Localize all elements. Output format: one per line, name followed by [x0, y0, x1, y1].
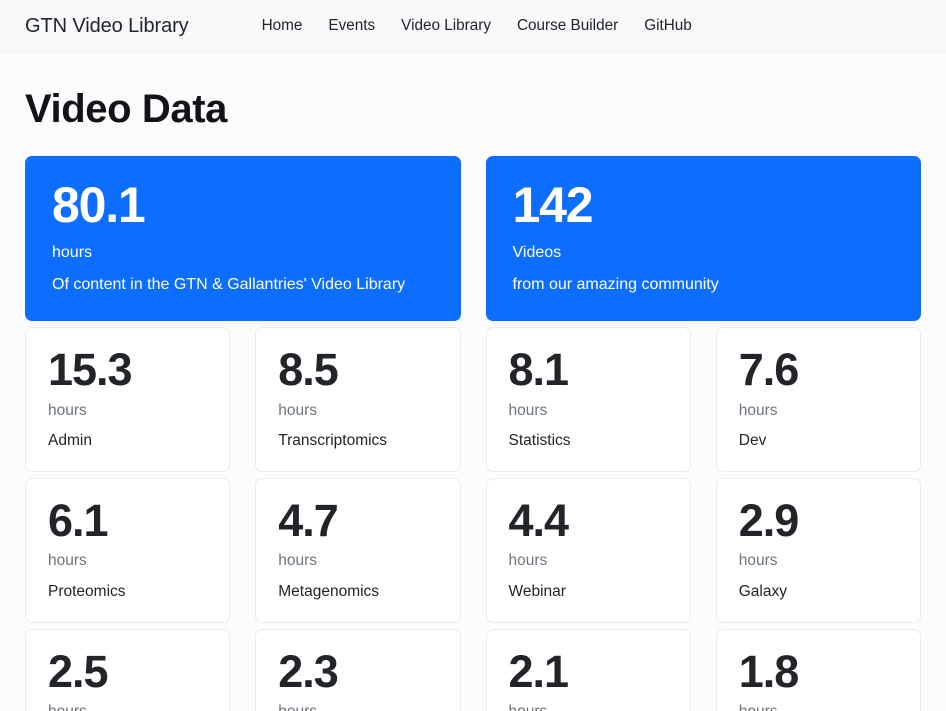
stat-card: 1.8 hours Data science: [715, 628, 921, 711]
stat-unit: hours: [48, 703, 207, 711]
stat-value: 1.8: [738, 645, 800, 697]
stat-unit: hours: [48, 552, 87, 570]
stat-value: 4.4: [508, 494, 570, 546]
page-content: Video Data 80.1 hours Of content in the …: [0, 86, 946, 711]
stat-unit: hours: [738, 401, 778, 419]
nav-link-events[interactable]: Events: [315, 18, 388, 34]
stat-card: 8.1 hours Statistics: [485, 326, 691, 472]
stat-label: Transcriptomics: [278, 432, 388, 450]
nav-item-github: GitHub: [631, 18, 705, 34]
featured-stat-card: 80.1 hours Of content in the GTN & Galla…: [25, 156, 461, 321]
page-title: Video Data: [25, 87, 227, 131]
nav-link-github[interactable]: GitHub: [631, 18, 705, 34]
stat-label: Proteomics: [48, 583, 126, 601]
stat-unit: hours: [278, 552, 318, 570]
top-navbar: GTN Video Library Home Events Video Libr…: [0, 0, 946, 53]
stat-unit: hours: [508, 401, 548, 419]
navbar-brand[interactable]: GTN Video Library: [25, 15, 189, 38]
stat-card: 2.9 hours Galaxy: [715, 477, 921, 623]
stat-value: 80.1: [52, 177, 146, 233]
stat-card: 4.4 hours Webinar: [485, 477, 691, 623]
stat-label: Webinar: [508, 583, 566, 601]
stat-value: 4.7: [278, 494, 339, 546]
stat-label: from our amazing community: [512, 275, 719, 293]
stat-value: 2.9: [738, 494, 800, 546]
stat-unit: hours: [52, 243, 93, 261]
stat-card: 2.5 hours Galaxy interface: [25, 628, 231, 711]
stat-value: 8.5: [278, 343, 339, 395]
nav-item-events: Events: [315, 18, 388, 34]
stat-value: 15.3: [48, 343, 133, 395]
stat-unit: hours: [48, 401, 87, 419]
stat-label: Of content in the GTN & Gallantries' Vid…: [52, 275, 406, 293]
stat-value: 6.1: [48, 494, 109, 546]
nav-item-home: Home: [249, 18, 316, 34]
stat-label: Admin: [48, 432, 92, 450]
stat-label: Metagenomics: [278, 583, 380, 601]
stat-unit: hours: [739, 703, 898, 711]
stat-unit: hours: [508, 552, 548, 570]
stat-unit: hours: [738, 552, 778, 570]
stat-value: 8.1: [508, 343, 570, 395]
stat-label: Statistics: [508, 432, 571, 450]
nav-item-video-library: Video Library: [388, 18, 504, 34]
stat-value: 2.5: [48, 645, 109, 697]
nav-item-course-builder: Course Builder: [504, 18, 631, 34]
stat-card: 2.1 hours Epigenetics: [485, 628, 691, 711]
stat-label: Galaxy: [738, 583, 787, 601]
stat-unit: hours: [509, 703, 668, 711]
stat-label: Dev: [738, 432, 767, 450]
nav-link-course-builder[interactable]: Course Builder: [504, 18, 631, 34]
featured-stat-card: 142 Videos from our amazing community: [485, 156, 921, 321]
stat-unit: Videos: [512, 243, 562, 261]
stat-card: 7.6 hours Dev: [715, 326, 921, 472]
nav-link-video-library[interactable]: Video Library: [388, 18, 504, 34]
stat-value: 2.1: [508, 645, 570, 697]
stat-value: 7.6: [738, 343, 800, 395]
stat-unit: hours: [278, 401, 318, 419]
stat-card: 6.1 hours Proteomics: [25, 477, 231, 623]
stat-card: 2.3 hours Sequence analysis: [255, 628, 461, 711]
stats-grid: 80.1 hours Of content in the GTN & Galla…: [25, 156, 921, 711]
stat-card: 15.3 hours Admin: [25, 326, 231, 472]
stat-unit: hours: [278, 703, 437, 711]
stat-card: 8.5 hours Transcriptomics: [255, 326, 461, 472]
nav-link-home[interactable]: Home: [249, 18, 316, 34]
stat-value: 2.3: [278, 645, 339, 697]
stat-card: 4.7 hours Metagenomics: [255, 477, 461, 623]
navbar-links: Home Events Video Library Course Builder…: [249, 18, 705, 34]
stat-value: 142: [512, 177, 594, 233]
